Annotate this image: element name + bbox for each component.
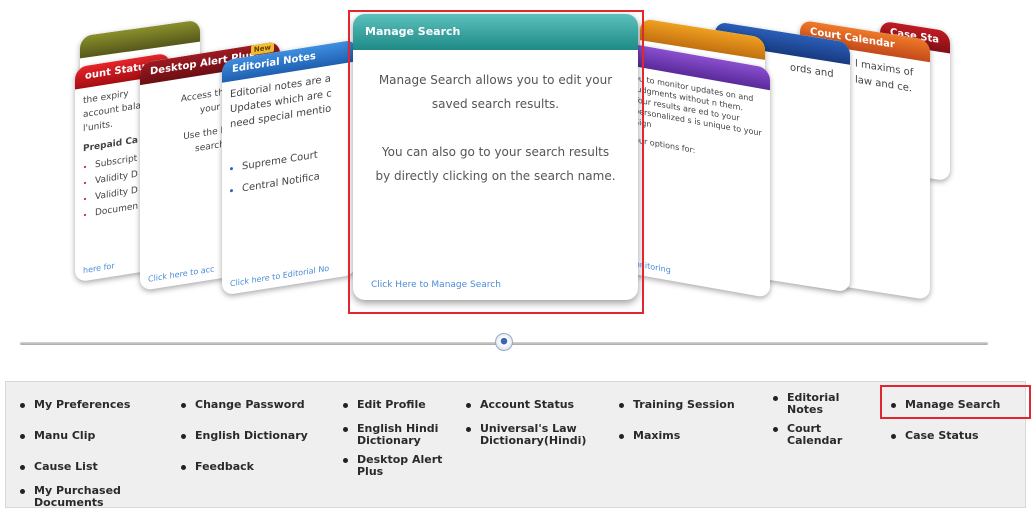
manage-search-link[interactable]: Click Here to Manage Search [371,280,501,290]
menu-item-maxims[interactable]: Maxims [619,430,680,442]
menu-item-universal-law-dictionary[interactable]: Universal's Law Dictionary(Hindi) [466,423,616,447]
bullet-icon [20,489,25,494]
menu-item-change-password[interactable]: Change Password [181,399,305,411]
editorial-notes-card[interactable]: Editorial Notes Editorial notes are a Up… [222,39,357,296]
menu-item-editorial-notes[interactable]: Editorial Notes [773,392,863,416]
menu-item-edit-profile[interactable]: Edit Profile [343,399,426,411]
quick-links-menu: My Preferences Change Password Edit Prof… [5,381,1026,509]
card-list: Supreme Court Central Notifica [230,144,349,199]
menu-item-manu-clip[interactable]: Manu Clip [20,430,95,442]
bullet-icon [20,434,25,439]
menu-item-manage-search[interactable]: Manage Search [891,399,1000,411]
menu-item-desktop-alert-plus[interactable]: Desktop Alert Plus [343,454,458,478]
card-paragraph: Manage Search allows you to edit your sa… [378,73,613,111]
feature-carousel[interactable]: Case Sta Court Calendar l maxims of law … [0,0,1031,330]
menu-item-english-dictionary[interactable]: English Dictionary [181,430,308,442]
bullet-icon [343,427,348,432]
carousel-slider-handle[interactable] [495,333,513,351]
bullet-icon [773,427,778,432]
bullet-icon [466,427,471,432]
menu-item-account-status[interactable]: Account Status [466,399,574,411]
card-paragraph: You can also go to your search results b… [375,145,616,183]
bullet-icon [343,458,348,463]
bullet-icon [181,403,186,408]
bullet-icon [181,465,186,470]
bullet-icon [181,434,186,439]
bullet-icon [466,403,471,408]
bullet-icon [20,465,25,470]
bullet-icon [619,434,624,439]
training-session-card[interactable]: ou to monitor updates on and Judgments w… [620,41,770,299]
menu-item-training-session[interactable]: Training Session [619,399,735,411]
bullet-icon [343,403,348,408]
menu-item-english-hindi-dictionary[interactable]: English Hindi Dictionary [343,423,458,447]
bullet-icon [20,403,25,408]
bullet-icon [619,403,624,408]
card-title: Manage Search [353,14,638,50]
bullet-icon [891,434,896,439]
menu-item-my-purchased-documents[interactable]: My Purchased Documents [20,485,140,509]
menu-item-cause-list[interactable]: Cause List [20,461,98,473]
menu-item-case-status[interactable]: Case Status [891,430,979,442]
menu-item-feedback[interactable]: Feedback [181,461,254,473]
bullet-icon [773,396,778,401]
card-link[interactable]: Click here to Editorial No [230,264,329,289]
menu-item-court-calendar[interactable]: Court Calendar [773,423,863,447]
manage-search-card[interactable]: Manage Search Manage Search allows you t… [353,14,638,300]
bullet-icon [891,403,896,408]
menu-item-my-preferences[interactable]: My Preferences [20,399,130,411]
card-link[interactable]: Click here to acc [148,264,214,284]
card-link[interactable]: here for [83,261,115,275]
